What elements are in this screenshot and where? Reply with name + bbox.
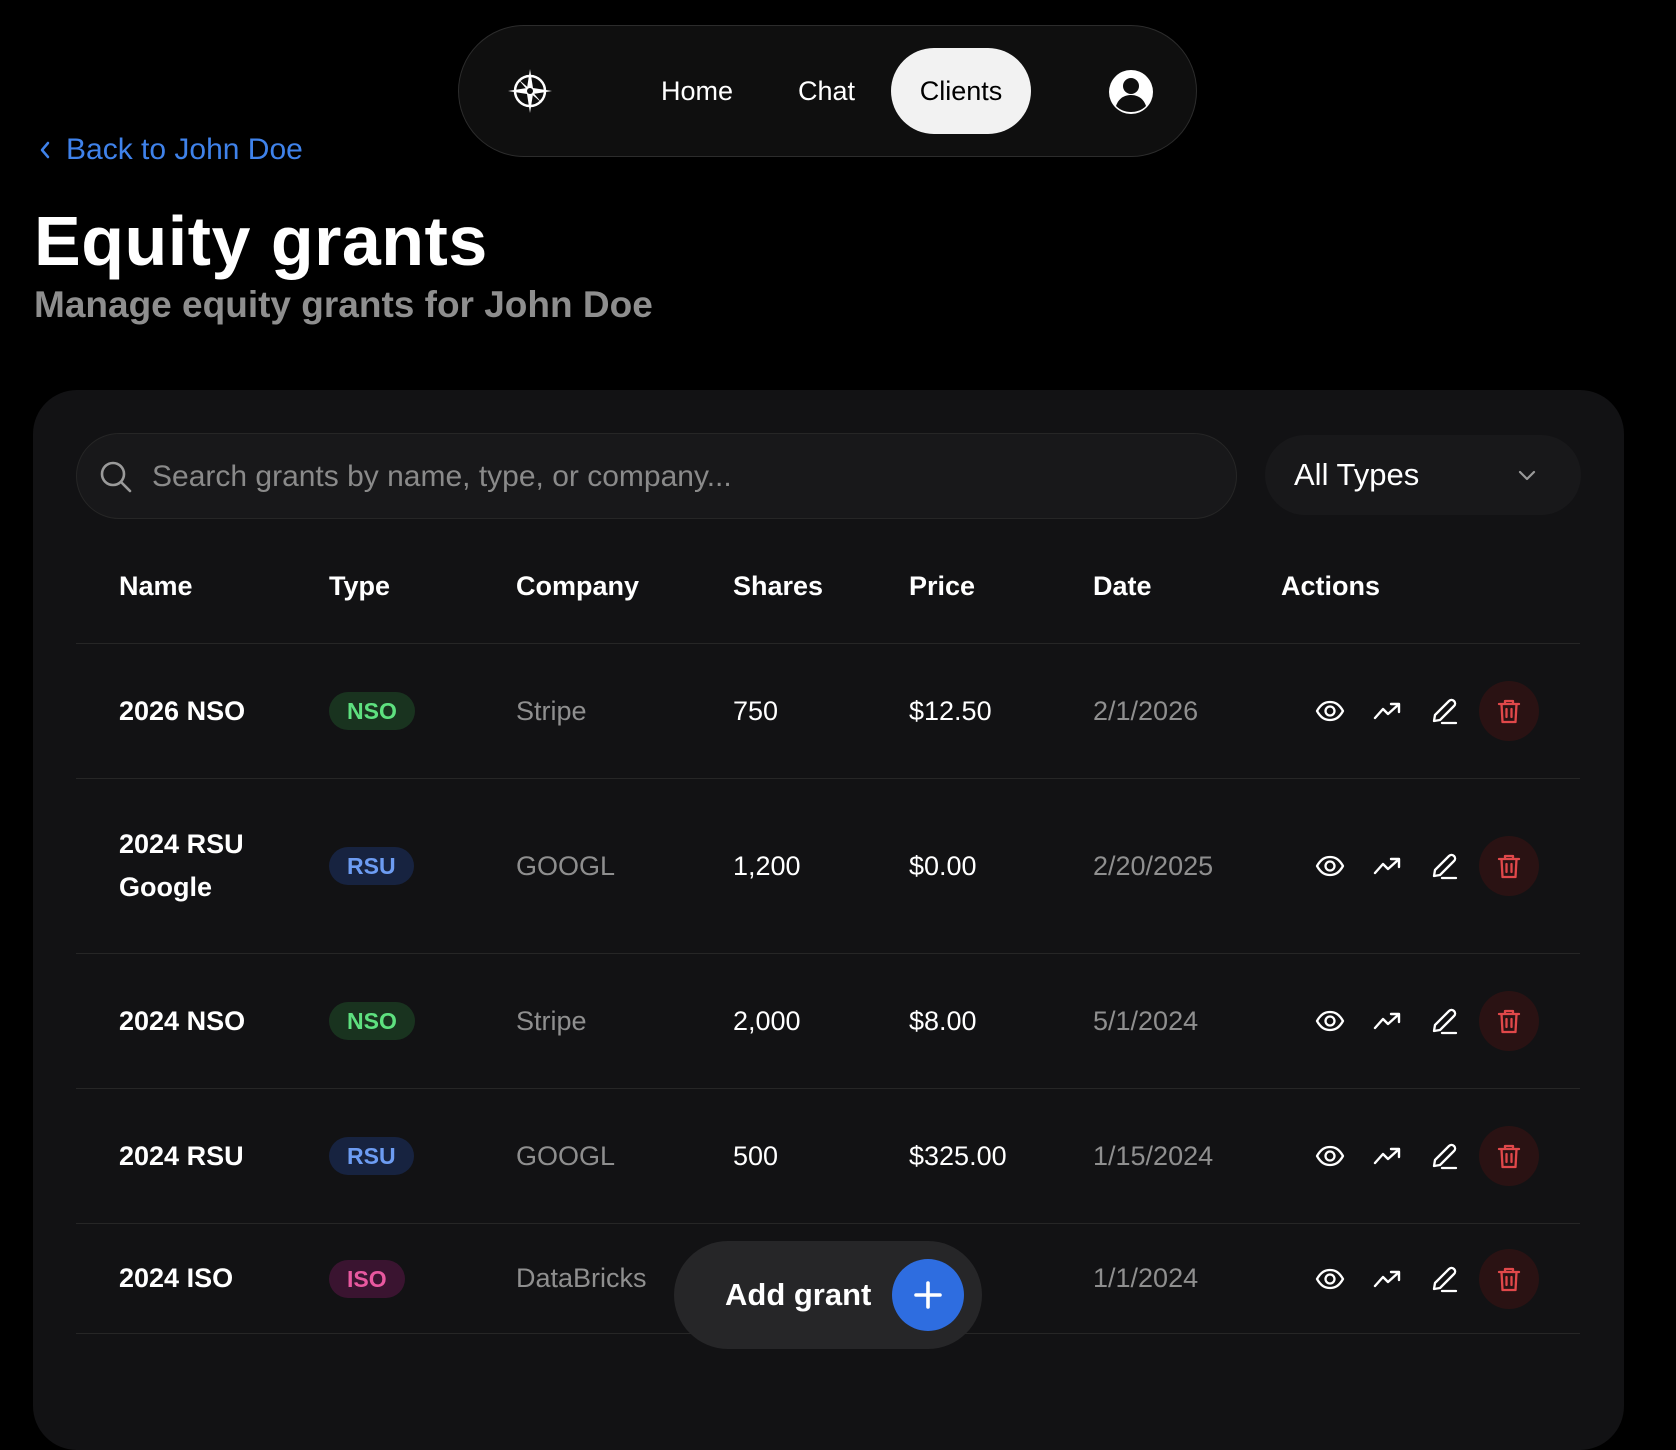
cell-company: Stripe <box>516 643 733 779</box>
search-icon <box>100 461 132 493</box>
cell-type: NSO <box>329 953 516 1089</box>
cell-price: $325.00 <box>909 1088 1093 1224</box>
trash-icon[interactable] <box>1479 681 1539 741</box>
type-badge: ISO <box>329 1259 405 1298</box>
eye-icon[interactable] <box>1315 1006 1345 1036</box>
cell-actions <box>1281 1223 1580 1334</box>
cell-shares: 1,200 <box>733 778 909 954</box>
table-header-row: Name Type Company Shares Price Date Acti… <box>76 530 1580 644</box>
user-profile-icon[interactable] <box>1107 68 1155 116</box>
pencil-icon[interactable] <box>1429 1264 1459 1294</box>
cell-date: 2/1/2026 <box>1093 643 1281 779</box>
cell-name: 2024 ISO <box>76 1223 329 1334</box>
trending-up-icon[interactable] <box>1372 1141 1402 1171</box>
add-grant-label: Add grant <box>725 1277 872 1312</box>
cell-price: $8.00 <box>909 953 1093 1089</box>
eye-icon[interactable] <box>1315 1264 1345 1294</box>
search-box[interactable] <box>76 433 1237 519</box>
grants-table-body: 2026 NSO NSO Stripe 750 $12.50 2/1/2026 2024 R… <box>76 643 1580 1334</box>
column-header-date: Date <box>1093 530 1281 644</box>
cell-type: RSU <box>329 1088 516 1224</box>
cell-type: NSO <box>329 643 516 779</box>
search-input[interactable] <box>150 434 1214 519</box>
compass-logo-icon[interactable] <box>505 66 555 116</box>
trending-up-icon[interactable] <box>1372 696 1402 726</box>
cell-date: 1/1/2024 <box>1093 1223 1281 1334</box>
add-grant-button[interactable]: Add grant <box>674 1241 982 1349</box>
eye-icon[interactable] <box>1315 1141 1345 1171</box>
type-badge: NSO <box>329 692 415 730</box>
cell-shares: 2,000 <box>733 953 909 1089</box>
type-filter-select[interactable]: All Types <box>1265 435 1581 515</box>
back-link[interactable]: Back to John Doe <box>38 130 303 170</box>
trash-icon[interactable] <box>1479 1126 1539 1186</box>
eye-icon[interactable] <box>1315 851 1345 881</box>
cell-actions <box>1281 953 1580 1089</box>
column-header-name: Name <box>76 530 329 644</box>
type-filter-value: All Types <box>1294 457 1420 492</box>
nav-home[interactable]: Home <box>661 48 733 134</box>
cell-date: 2/20/2025 <box>1093 778 1281 954</box>
table-row[interactable]: 2026 NSO NSO Stripe 750 $12.50 2/1/2026 <box>76 643 1580 779</box>
table-row[interactable]: 2024 NSO NSO Stripe 2,000 $8.00 5/1/2024 <box>76 953 1580 1089</box>
column-header-type: Type <box>329 530 516 644</box>
column-header-company: Company <box>516 530 733 644</box>
trash-icon[interactable] <box>1479 836 1539 896</box>
cell-name: 2026 NSO <box>76 643 329 779</box>
table-row[interactable]: 2024 RSU Google RSU GOOGL 1,200 $0.00 2/20/20… <box>76 778 1580 954</box>
cell-actions <box>1281 643 1580 779</box>
cell-name: 2024 RSU <box>76 1088 329 1224</box>
cell-shares: 500 <box>733 1088 909 1224</box>
pencil-icon[interactable] <box>1429 696 1459 726</box>
cell-price: $12.50 <box>909 643 1093 779</box>
nav-clients[interactable]: Clients <box>891 48 1031 134</box>
cell-name: 2024 NSO <box>76 953 329 1089</box>
cell-type: ISO <box>329 1223 516 1334</box>
column-header-actions: Actions <box>1281 530 1580 644</box>
pencil-icon[interactable] <box>1429 851 1459 881</box>
type-badge: NSO <box>329 1002 415 1040</box>
table-row[interactable]: 2024 RSU RSU GOOGL 500 $325.00 1/15/2024 <box>76 1088 1580 1224</box>
cell-company: GOOGL <box>516 778 733 954</box>
page-subtitle: Manage equity grants for John Doe <box>34 284 653 325</box>
cell-date: 1/15/2024 <box>1093 1088 1281 1224</box>
column-header-price: Price <box>909 530 1093 644</box>
trash-icon[interactable] <box>1479 1248 1539 1309</box>
pencil-icon[interactable] <box>1429 1141 1459 1171</box>
cell-company: GOOGL <box>516 1088 733 1224</box>
trending-up-icon[interactable] <box>1372 851 1402 881</box>
trash-icon[interactable] <box>1479 991 1539 1051</box>
cell-actions <box>1281 778 1580 954</box>
cell-company: Stripe <box>516 953 733 1089</box>
grants-table: Name Type Company Shares Price Date Acti… <box>76 530 1580 1334</box>
page-title: Equity grants <box>34 202 488 280</box>
cell-actions <box>1281 1088 1580 1224</box>
cell-shares: 750 <box>733 643 909 779</box>
nav-chat[interactable]: Chat <box>798 48 855 134</box>
pencil-icon[interactable] <box>1429 1006 1459 1036</box>
chevron-left-icon <box>40 141 50 159</box>
eye-icon[interactable] <box>1315 696 1345 726</box>
cell-name: 2024 RSU Google <box>76 778 329 954</box>
column-header-shares: Shares <box>733 530 909 644</box>
top-nav: Home Chat Clients <box>458 25 1197 157</box>
type-badge: RSU <box>329 847 414 885</box>
cell-price: $0.00 <box>909 778 1093 954</box>
back-link-label: Back to John Doe <box>66 133 303 166</box>
type-badge: RSU <box>329 1137 414 1175</box>
trending-up-icon[interactable] <box>1372 1006 1402 1036</box>
chevron-down-icon <box>1518 470 1536 481</box>
cell-type: RSU <box>329 778 516 954</box>
cell-date: 5/1/2024 <box>1093 953 1281 1089</box>
trending-up-icon[interactable] <box>1372 1264 1402 1294</box>
plus-icon <box>892 1259 964 1331</box>
